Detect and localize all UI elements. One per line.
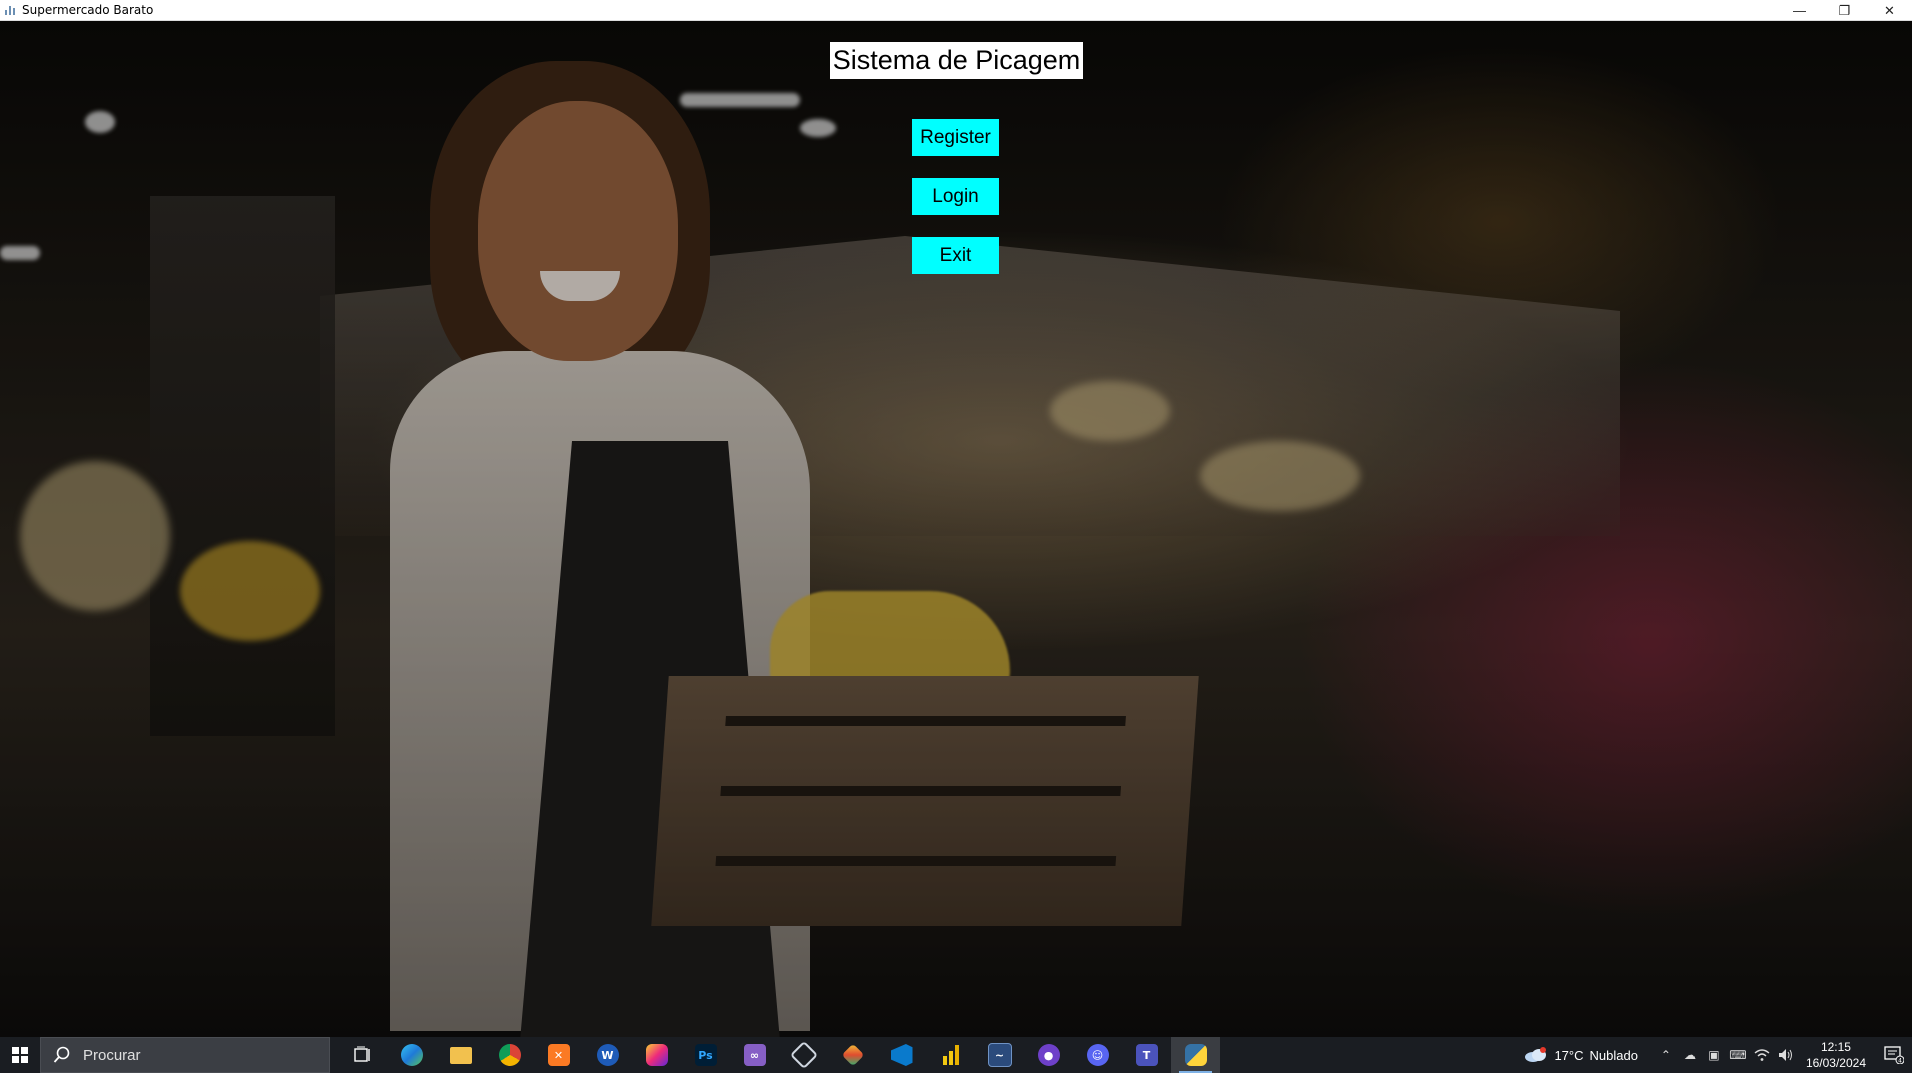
chrome-icon[interactable] [485,1037,534,1073]
app-icon [4,4,16,16]
python-icon[interactable] [1171,1037,1220,1073]
system-tray: 17°C Nublado ⌃ ☁ ▣ ⌨ 12:15 16/03/2024 4 [1524,1037,1912,1073]
word-like-icon[interactable]: W [583,1037,632,1073]
power-bi-icon[interactable] [926,1037,975,1073]
chevron-up-icon[interactable]: ⌃ [1654,1037,1678,1073]
weather-condition: Nublado [1589,1047,1638,1063]
github-icon[interactable]: ● [1024,1037,1073,1073]
discord-icon[interactable]: ☺ [1073,1037,1122,1073]
photoshop-icon[interactable]: Ps [681,1037,730,1073]
login-button[interactable]: Login [912,178,999,215]
clock-time: 12:15 [1820,1040,1851,1054]
register-button[interactable]: Register [912,119,999,156]
window-title-bar[interactable]: Supermercado Barato — ❐ ✕ [0,0,1912,21]
taskbar-search[interactable] [40,1037,330,1073]
start-button[interactable] [0,1037,40,1073]
xampp-icon[interactable]: ✕ [534,1037,583,1073]
taskbar: ✕ W Ps ∞ ~ ● ☺ T 17°C Nublado ⌃ ☁ ▣ ⌨ [0,1037,1912,1073]
vscode-icon[interactable] [877,1037,926,1073]
exit-button[interactable]: Exit [912,237,999,274]
windows-logo-icon [12,1047,28,1063]
weather-temperature: 17°C [1554,1047,1584,1063]
git-icon[interactable] [828,1037,877,1073]
app-heading: Sistema de Picagem [830,42,1083,79]
notification-center-button[interactable]: 4 [1876,1037,1912,1073]
teams-icon[interactable]: T [1122,1037,1171,1073]
minimize-button[interactable]: — [1777,0,1822,21]
taskbar-clock[interactable]: 12:15 16/03/2024 [1806,1039,1866,1071]
restore-button[interactable]: ❐ [1822,0,1867,21]
visual-studio-icon[interactable]: ∞ [730,1037,779,1073]
onedrive-icon[interactable]: ☁ [1678,1037,1702,1073]
edge-icon[interactable] [387,1037,436,1073]
window-content: Sistema de Picagem Register Login Exit [0,21,1912,1037]
pinned-apps: ✕ W Ps ∞ ~ ● ☺ T [338,1037,1220,1073]
search-input[interactable] [81,1045,305,1065]
close-button[interactable]: ✕ [1867,0,1912,21]
clock-date: 16/03/2024 [1805,1056,1866,1070]
wireshark-icon[interactable]: ~ [975,1037,1024,1073]
weather-widget[interactable]: 17°C Nublado [1524,1047,1638,1063]
search-icon [53,1046,70,1063]
virtualbox-icon[interactable] [779,1037,828,1073]
instagram-icon[interactable] [632,1037,681,1073]
cloud-icon [1525,1047,1547,1062]
volume-icon[interactable] [1774,1037,1798,1073]
window-controls: — ❐ ✕ [1777,0,1912,21]
background-photo [0,21,1912,1037]
notification-icon: 4 [1884,1046,1904,1064]
meet-now-icon[interactable]: ▣ [1702,1037,1726,1073]
window-title: Supermercado Barato [22,3,154,17]
notification-count: 4 [1898,1058,1902,1065]
file-explorer-icon[interactable] [436,1037,485,1073]
task-view-icon[interactable] [338,1037,387,1073]
language-icon[interactable]: ⌨ [1726,1037,1750,1073]
wifi-icon[interactable] [1750,1037,1774,1073]
